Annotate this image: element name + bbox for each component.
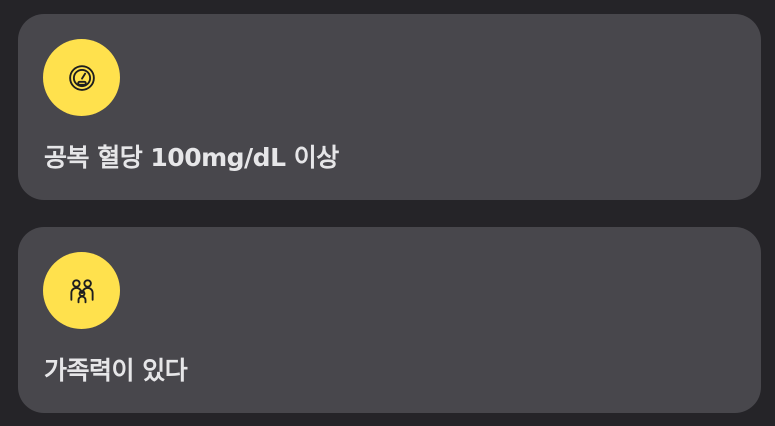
condition-label: 가족력이 있다 [44, 356, 188, 385]
condition-card-fasting-glucose[interactable]: 공복 혈당 100mg/dL 이상 [18, 14, 761, 200]
family-icon [43, 252, 120, 329]
condition-card-list: 공복 혈당 100mg/dL 이상 가족력이 있다 [0, 0, 775, 426]
gauge-icon [43, 39, 120, 116]
condition-label: 공복 혈당 100mg/dL 이상 [44, 143, 339, 172]
condition-card-family-history[interactable]: 가족력이 있다 [18, 227, 761, 413]
